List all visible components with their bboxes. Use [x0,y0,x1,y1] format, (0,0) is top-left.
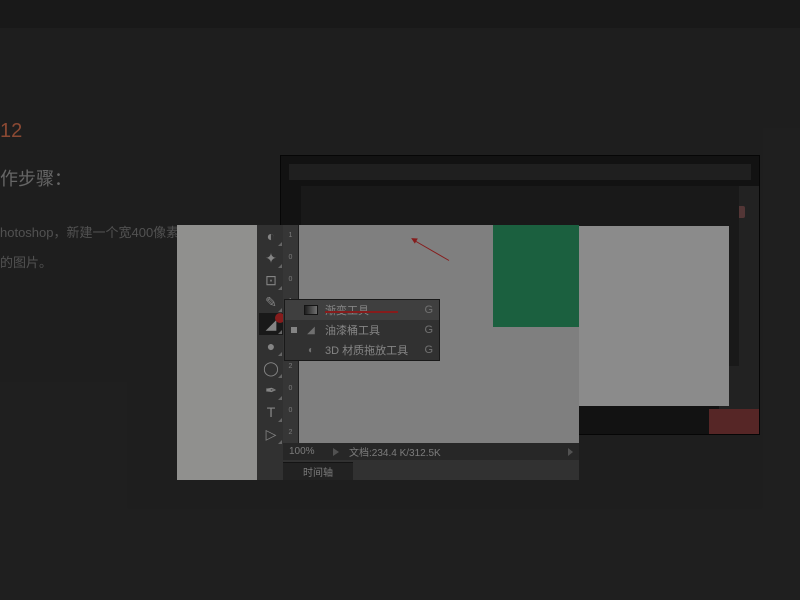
status-bar: 100% 文档:234.4 K/312.5K [283,443,579,460]
status-menu-icon[interactable] [568,448,573,456]
active-indicator-icon [291,307,297,313]
flyout-item-label: 渐变工具 [325,302,418,318]
ruler-mark: 1 [289,232,293,239]
magic-wand-tool[interactable]: ✦ [259,247,283,269]
tutorial-top-bar [0,0,800,28]
tools-panel: ◐✦⊡✎◢●◯✒T▷ [259,225,283,445]
active-indicator-icon [291,347,297,353]
flyout-item-bucket[interactable]: 油漆桶工具 G [285,320,439,340]
ruler-mark: 0 [289,254,293,261]
flyout-indicator-icon [278,396,282,400]
paper-texture-strip [177,225,257,480]
ruler-mark: 0 [289,276,293,283]
flyout-indicator-icon [278,330,282,334]
dodge-tool[interactable]: ◯ [259,357,283,379]
green-shape-layer[interactable] [493,225,579,327]
flyout-item-label: 油漆桶工具 [325,322,418,338]
3d-icon [303,344,319,356]
lasso-tool[interactable]: ◐ [259,225,283,247]
step-heading: 作步骤： [0,165,72,191]
document-size-label[interactable]: 文档:234.4 K/312.5K [349,444,558,459]
ruler-mark: 2 [289,363,293,370]
annotation-arrow [414,240,449,261]
ruler-mark: 0 [289,407,293,414]
path-select-tool[interactable]: ▷ [259,423,283,445]
annotation-underline [325,311,398,313]
flyout-indicator-icon [278,242,282,246]
flyout-indicator-icon [278,352,282,356]
flyout-item-3d[interactable]: 3D 材质拖放工具 G [285,340,439,360]
flyout-indicator-icon [278,264,282,268]
timeline-panel-tab[interactable]: 时间轴 [283,462,353,480]
instruction-text-2: 的图片。 [0,252,52,271]
photoshop-window: ◐✦⊡✎◢●◯✒T▷ 1001502002 渐变工具G油漆桶工具G3D 材质拖放… [177,225,579,480]
shortcut-key: G [424,344,433,356]
flyout-indicator-icon [278,308,282,312]
flyout-indicator-icon [278,374,282,378]
flyout-indicator-icon [278,440,282,444]
crop-tool[interactable]: ⊡ [259,269,283,291]
eyedropper-tool[interactable]: ✎ [259,291,283,313]
ruler-mark: 2 [289,429,293,436]
flyout-indicator-icon [278,418,282,422]
status-expand-icon[interactable] [333,448,339,456]
active-indicator-icon [291,327,297,333]
gradient-tool[interactable]: ◢ [259,313,283,335]
gradient-tool-flyout: 渐变工具 G 油漆桶工具 G 3D 材质拖放工具 G [284,299,440,361]
step-number: 12 [0,120,22,143]
zoom-level[interactable]: 100% [289,446,323,457]
bg-corner-element [709,409,759,434]
flyout-item-label: 3D 材质拖放工具 [325,342,418,358]
blur-tool[interactable]: ● [259,335,283,357]
type-tool[interactable]: T [259,401,283,423]
bucket-icon [303,324,319,336]
ruler-mark: 0 [289,385,293,392]
pen-tool[interactable]: ✒ [259,379,283,401]
flyout-item-gradient[interactable]: 渐变工具 G [285,300,439,320]
shortcut-key: G [424,304,433,316]
gradient-icon [303,304,319,316]
flyout-indicator-icon [278,286,282,290]
shortcut-key: G [424,324,433,336]
bg-toolbar [289,164,751,180]
